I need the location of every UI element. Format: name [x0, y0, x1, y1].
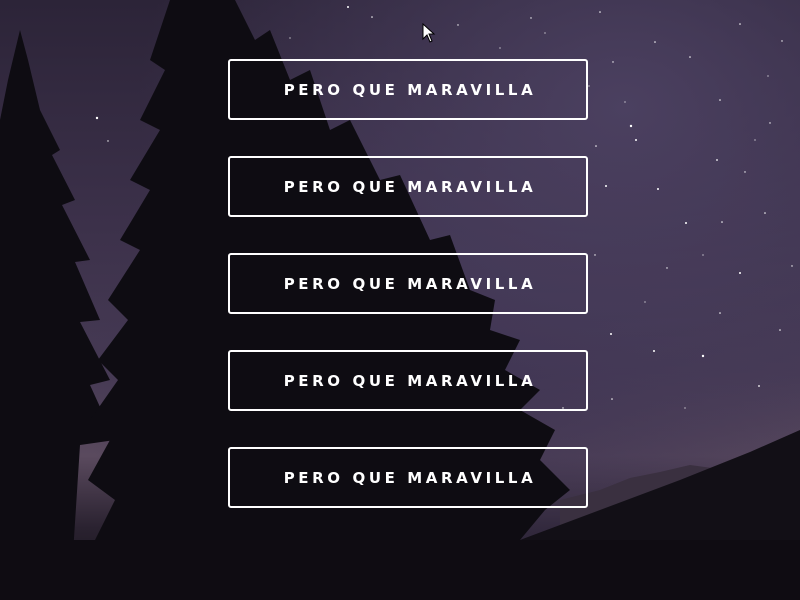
mouse-pointer-icon [422, 23, 436, 43]
outline-button-2[interactable]: PERO QUE MARAVILLA [228, 156, 588, 217]
background-night-sky: PERO QUE MARAVILLA PERO QUE MARAVILLA PE… [0, 0, 800, 600]
outline-button-5[interactable]: PERO QUE MARAVILLA [228, 447, 588, 508]
left-pine-tree [0, 30, 115, 600]
outline-button-4[interactable]: PERO QUE MARAVILLA [228, 350, 588, 411]
outline-button-1[interactable]: PERO QUE MARAVILLA [228, 59, 588, 120]
button-stack: PERO QUE MARAVILLA PERO QUE MARAVILLA PE… [228, 59, 588, 544]
ground [0, 540, 800, 600]
outline-button-3[interactable]: PERO QUE MARAVILLA [228, 253, 588, 314]
